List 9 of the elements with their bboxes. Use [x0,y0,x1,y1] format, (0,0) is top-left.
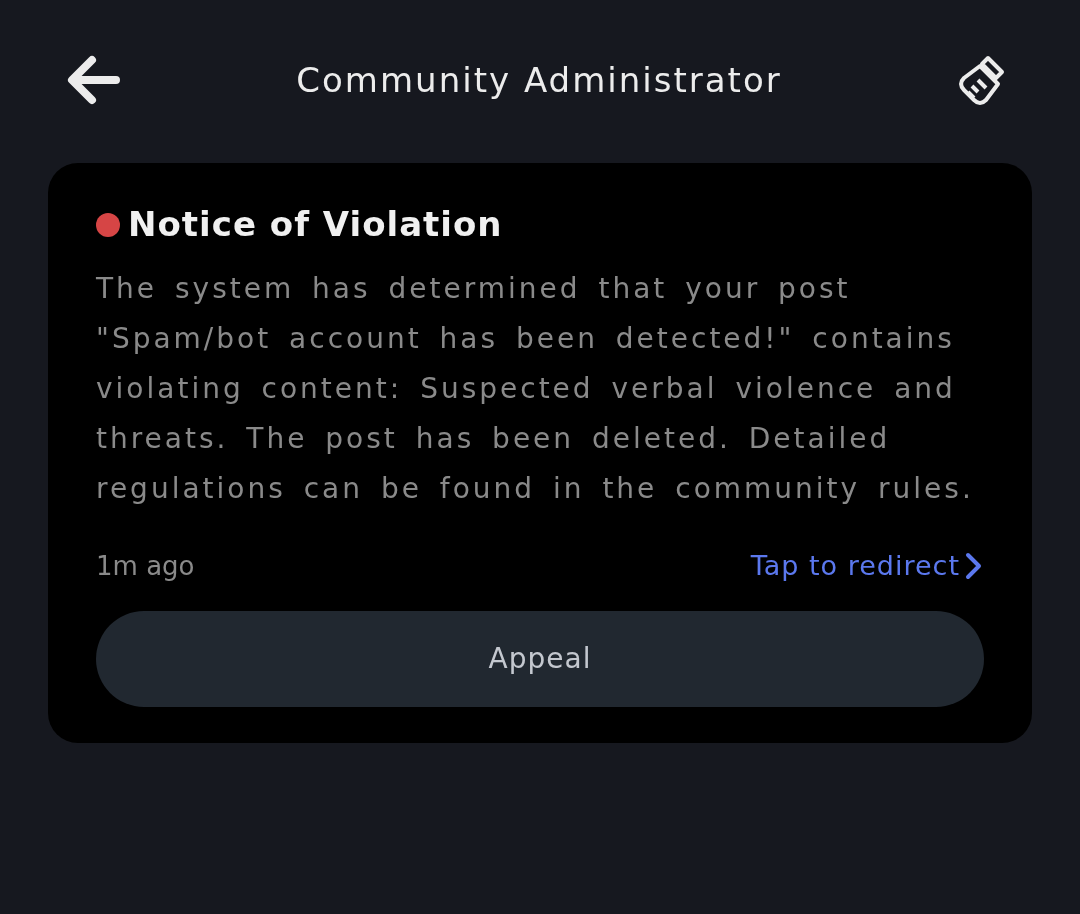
notice-message: The system has determined that your post "Spam/bot account has been detected!" contains violating content: Suspected verbal violence and threats. The post has been deleted. Detailed regulations can be found in the community rules. [96,271,975,507]
timestamp: 1m ago [96,549,195,583]
redirect-link[interactable]: Tap to redirect [750,546,984,587]
status-dot-icon [96,212,120,237]
back-icon[interactable] [66,55,120,105]
appeal-button[interactable]: Appeal [96,610,984,707]
chevron-right-icon [964,551,984,582]
page-title: Community Administrator [296,58,782,102]
notice-title: Notice of Violation [128,203,503,246]
